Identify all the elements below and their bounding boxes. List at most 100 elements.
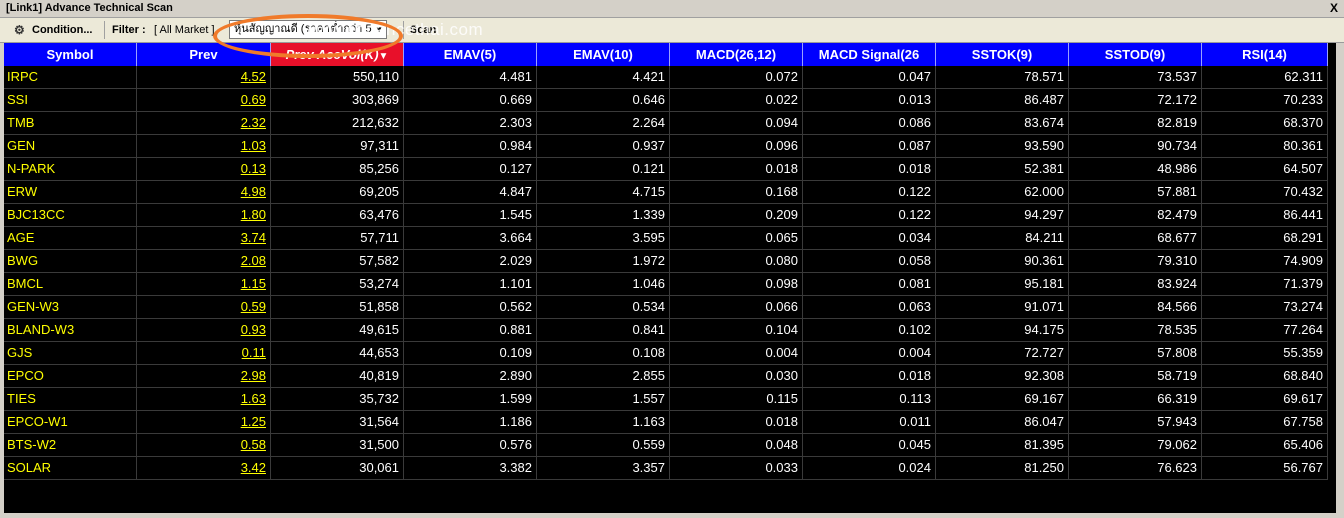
value-cell: 84.211: [936, 227, 1069, 250]
table-row[interactable]: GEN-W3 0.59 51,858 0.562 0.534 0.066 0.063 91.0…: [4, 296, 1336, 319]
value-cell: 0.559: [537, 434, 670, 457]
table-row[interactable]: BJC13CC 1.80 63,476 1.545 1.339 0.209 0.122 94.…: [4, 204, 1336, 227]
symbol-cell: SOLAR: [4, 457, 137, 480]
prev-price-link[interactable]: 0.13: [137, 158, 271, 181]
table-row[interactable]: BTS-W2 0.58 31,500 0.576 0.559 0.048 0.045 81.3…: [4, 434, 1336, 457]
value-cell: 0.072: [670, 66, 803, 89]
column-header[interactable]: MACD(26,12): [670, 43, 803, 66]
table-row[interactable]: GJS 0.11 44,653 0.109 0.108 0.004 0.004 72.727 5…: [4, 342, 1336, 365]
column-header-label: SSTOD(9): [1104, 47, 1166, 62]
table-row[interactable]: BMCL 1.15 53,274 1.101 1.046 0.098 0.081 95.181…: [4, 273, 1336, 296]
close-icon[interactable]: X: [1330, 1, 1338, 15]
prev-price-link[interactable]: 4.98: [137, 181, 271, 204]
table-row[interactable]: TIES 1.63 35,732 1.599 1.557 0.115 0.113 69.167…: [4, 388, 1336, 411]
prev-price-link[interactable]: 0.59: [137, 296, 271, 319]
table-row[interactable]: BLAND-W3 0.93 49,615 0.881 0.841 0.104 0.102 94…: [4, 319, 1336, 342]
value-cell: 57,711: [271, 227, 404, 250]
value-cell: 2.890: [404, 365, 537, 388]
filter-market-value[interactable]: [ All Market ]: [154, 21, 215, 39]
column-header-label: RSI(14): [1242, 47, 1287, 62]
prev-price-link[interactable]: 2.32: [137, 112, 271, 135]
table-row[interactable]: EPCO-W1 1.25 31,564 1.186 1.163 0.018 0.011 86.…: [4, 411, 1336, 434]
value-cell: 0.086: [803, 112, 936, 135]
prev-price-link[interactable]: 1.25: [137, 411, 271, 434]
value-cell: 1.186: [404, 411, 537, 434]
prev-price-link[interactable]: 0.93: [137, 319, 271, 342]
prev-price-link[interactable]: 2.08: [137, 250, 271, 273]
column-header[interactable]: Prev: [137, 43, 271, 66]
value-cell: 30,061: [271, 457, 404, 480]
column-header-label: SSTOK(9): [971, 47, 1033, 62]
column-header[interactable]: Prev AccVol(K)▼: [271, 43, 404, 66]
value-cell: 48.986: [1069, 158, 1202, 181]
symbol-cell: AGE: [4, 227, 137, 250]
prev-price-link[interactable]: 1.03: [137, 135, 271, 158]
column-header[interactable]: MACD Signal(26: [803, 43, 936, 66]
value-cell: 0.024: [803, 457, 936, 480]
column-header[interactable]: EMAV(5): [404, 43, 537, 66]
value-cell: 4.481: [404, 66, 537, 89]
value-cell: 49,615: [271, 319, 404, 342]
column-header[interactable]: Symbol: [4, 43, 137, 66]
prev-price-link[interactable]: 2.98: [137, 365, 271, 388]
value-cell: 3.382: [404, 457, 537, 480]
table-row[interactable]: EPCO 2.98 40,819 2.890 2.855 0.030 0.018 92.308…: [4, 365, 1336, 388]
value-cell: 0.576: [404, 434, 537, 457]
value-cell: 1.163: [537, 411, 670, 434]
value-cell: 1.557: [537, 388, 670, 411]
value-cell: 81.395: [936, 434, 1069, 457]
value-cell: 2.303: [404, 112, 537, 135]
column-header[interactable]: SSTOK(9): [936, 43, 1069, 66]
value-cell: 0.669: [404, 89, 537, 112]
table-row[interactable]: GEN 1.03 97,311 0.984 0.937 0.096 0.087 93.590 9…: [4, 135, 1336, 158]
value-cell: 2.264: [537, 112, 670, 135]
prev-price-link[interactable]: 0.58: [137, 434, 271, 457]
symbol-cell: BWG: [4, 250, 137, 273]
table-row[interactable]: TMB 2.32 212,632 2.303 2.264 0.094 0.086 83.674…: [4, 112, 1336, 135]
value-cell: 79.310: [1069, 250, 1202, 273]
column-header[interactable]: SSTOD(9): [1069, 43, 1202, 66]
value-cell: 95.181: [936, 273, 1069, 296]
value-cell: 86.487: [936, 89, 1069, 112]
prev-price-link[interactable]: 0.11: [137, 342, 271, 365]
value-cell: 51,858: [271, 296, 404, 319]
value-cell: 78.535: [1069, 319, 1202, 342]
toolbar: ⚙ Condition... Filter : [ All Market ] ห…: [0, 18, 1344, 43]
symbol-cell: EPCO-W1: [4, 411, 137, 434]
table-row[interactable]: AGE 3.74 57,711 3.664 3.595 0.065 0.034 84.211 6…: [4, 227, 1336, 250]
value-cell: 0.113: [803, 388, 936, 411]
value-cell: 0.033: [670, 457, 803, 480]
toolbar-divider: [104, 21, 105, 39]
symbol-cell: ERW: [4, 181, 137, 204]
value-cell: 0.094: [670, 112, 803, 135]
prev-price-link[interactable]: 3.42: [137, 457, 271, 480]
table-row[interactable]: SOLAR 3.42 30,061 3.382 3.357 0.033 0.024 81.25…: [4, 457, 1336, 480]
table-row[interactable]: N-PARK 0.13 85,256 0.127 0.121 0.018 0.018 52.3…: [4, 158, 1336, 181]
prev-price-link[interactable]: 1.80: [137, 204, 271, 227]
condition-button[interactable]: ⚙ Condition...: [14, 21, 92, 39]
value-cell: 0.984: [404, 135, 537, 158]
prev-price-link[interactable]: 0.69: [137, 89, 271, 112]
prev-price-link[interactable]: 3.74: [137, 227, 271, 250]
prev-price-link[interactable]: 4.52: [137, 66, 271, 89]
table-row[interactable]: ERW 4.98 69,205 4.847 4.715 0.168 0.122 62.000 5…: [4, 181, 1336, 204]
table-row[interactable]: BWG 2.08 57,582 2.029 1.972 0.080 0.058 90.361 7…: [4, 250, 1336, 273]
column-header[interactable]: EMAV(10): [537, 43, 670, 66]
prev-price-link[interactable]: 1.15: [137, 273, 271, 296]
value-cell: 2.855: [537, 365, 670, 388]
value-cell: 82.819: [1069, 112, 1202, 135]
table-row[interactable]: SSI 0.69 303,869 0.669 0.646 0.022 0.013 86.487…: [4, 89, 1336, 112]
value-cell: 0.841: [537, 319, 670, 342]
value-cell: 44,653: [271, 342, 404, 365]
column-header[interactable]: RSI(14): [1202, 43, 1328, 66]
value-cell: 2.029: [404, 250, 537, 273]
value-cell: 1.972: [537, 250, 670, 273]
value-cell: 52.381: [936, 158, 1069, 181]
value-cell: 0.102: [803, 319, 936, 342]
value-cell: 94.297: [936, 204, 1069, 227]
value-cell: 4.847: [404, 181, 537, 204]
value-cell: 68.840: [1202, 365, 1328, 388]
table-row[interactable]: IRPC 4.52 550,110 4.481 4.421 0.072 0.047 78.57…: [4, 66, 1336, 89]
value-cell: 550,110: [271, 66, 404, 89]
prev-price-link[interactable]: 1.63: [137, 388, 271, 411]
